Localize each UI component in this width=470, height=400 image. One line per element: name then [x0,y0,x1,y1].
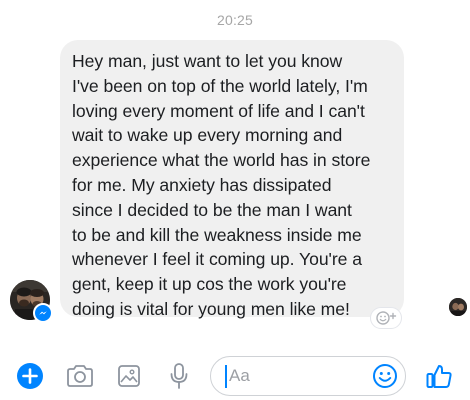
like-button[interactable] [424,360,454,392]
message-timestamp: 20:25 [216,12,254,28]
more-actions-button[interactable] [16,362,44,390]
add-reaction-icon [376,311,397,325]
camera-icon [67,365,93,387]
camera-button[interactable] [64,362,96,390]
message-text: Hey man, just want to let you know I've … [72,51,371,319]
emoji-button[interactable] [372,363,398,389]
message-bubble[interactable]: Hey man, just want to let you know I've … [60,40,404,319]
plus-icon [17,363,43,389]
gallery-button[interactable] [114,362,144,390]
microphone-icon [170,363,188,389]
add-reaction-button[interactable] [370,307,402,329]
voice-button[interactable] [166,360,192,392]
thumbs-up-icon [426,365,452,388]
messenger-badge-icon [33,303,53,323]
smiley-icon [373,364,397,388]
message-input[interactable] [225,365,369,387]
read-receipt-avatar [449,298,467,316]
message-input-container[interactable] [210,356,406,396]
composer-bar [0,352,470,400]
image-icon [118,365,140,387]
sender-avatar[interactable] [10,280,53,323]
